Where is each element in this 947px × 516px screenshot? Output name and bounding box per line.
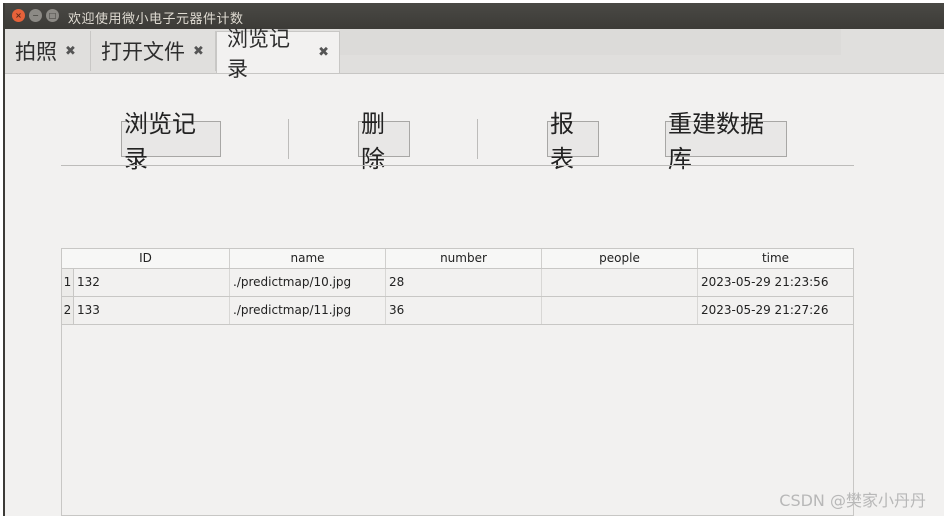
cell-id[interactable]: 132 <box>74 269 230 296</box>
column-header-id[interactable]: ID <box>62 249 230 268</box>
tab-browse-records[interactable]: 浏览记录 ✖ <box>216 27 340 81</box>
tab-bar: 拍照 ✖ 打开文件 ✖ 浏览记录 ✖ <box>5 27 944 81</box>
rebuild-database-button[interactable]: 重建数据库 <box>665 110 787 173</box>
report-button[interactable]: 报表 <box>547 110 599 173</box>
cell-name[interactable]: ./predictmap/10.jpg <box>230 269 386 296</box>
tab-browse-records-label: 浏览记录 <box>227 26 290 81</box>
cell-name[interactable]: ./predictmap/11.jpg <box>230 297 386 324</box>
table-row[interactable]: 2 133 ./predictmap/11.jpg 36 2023-05-29 … <box>62 297 853 325</box>
row-header[interactable]: 2 <box>62 297 74 324</box>
cell-people[interactable] <box>542 297 698 324</box>
browse-records-button[interactable]: 浏览记录 <box>121 110 221 173</box>
tab-bar-filler <box>339 29 841 55</box>
tab-open-file-label: 打开文件 <box>101 40 185 64</box>
cell-number[interactable]: 28 <box>386 269 542 296</box>
column-header-number[interactable]: number <box>386 249 542 268</box>
minimize-window-icon[interactable]: − <box>29 9 42 22</box>
cell-time[interactable]: 2023-05-29 21:23:56 <box>698 269 853 296</box>
tab-camera[interactable]: 拍照 ✖ <box>5 31 91 71</box>
cell-number[interactable]: 36 <box>386 297 542 324</box>
toolbar-divider <box>61 165 854 166</box>
table-row[interactable]: 1 132 ./predictmap/10.jpg 28 2023-05-29 … <box>62 269 853 297</box>
tab-camera-label: 拍照 <box>15 40 57 64</box>
row-header[interactable]: 1 <box>62 269 74 296</box>
tab-browse-records-close-icon[interactable]: ✖ <box>318 45 329 60</box>
cell-time[interactable]: 2023-05-29 21:27:26 <box>698 297 853 324</box>
delete-button[interactable]: 删除 <box>358 110 410 173</box>
tab-open-file-close-icon[interactable]: ✖ <box>193 44 204 59</box>
column-header-time[interactable]: time <box>698 249 853 268</box>
window-title: 欢迎使用微小电子元器件计数 <box>68 12 244 27</box>
title-bar: × − □ 欢迎使用微小电子元器件计数 <box>5 3 944 29</box>
maximize-window-icon[interactable]: □ <box>46 9 59 22</box>
column-header-name[interactable]: name <box>230 249 386 268</box>
records-table[interactable]: ID name number people time 1 132 ./predi… <box>61 248 854 516</box>
cell-id[interactable]: 133 <box>74 297 230 324</box>
app-window: × − □ 欢迎使用微小电子元器件计数 拍照 ✖ 打开文件 ✖ 浏览记录 ✖ 浏… <box>3 3 944 516</box>
toolbar-separator <box>477 119 478 159</box>
close-window-icon[interactable]: × <box>12 9 25 22</box>
table-header: ID name number people time <box>62 249 853 269</box>
cell-people[interactable] <box>542 269 698 296</box>
tab-camera-close-icon[interactable]: ✖ <box>65 44 76 59</box>
watermark: CSDN @樊家小丹丹 <box>779 491 926 510</box>
column-header-people[interactable]: people <box>542 249 698 268</box>
tab-open-file[interactable]: 打开文件 ✖ <box>91 31 216 71</box>
toolbar-separator <box>288 119 289 159</box>
